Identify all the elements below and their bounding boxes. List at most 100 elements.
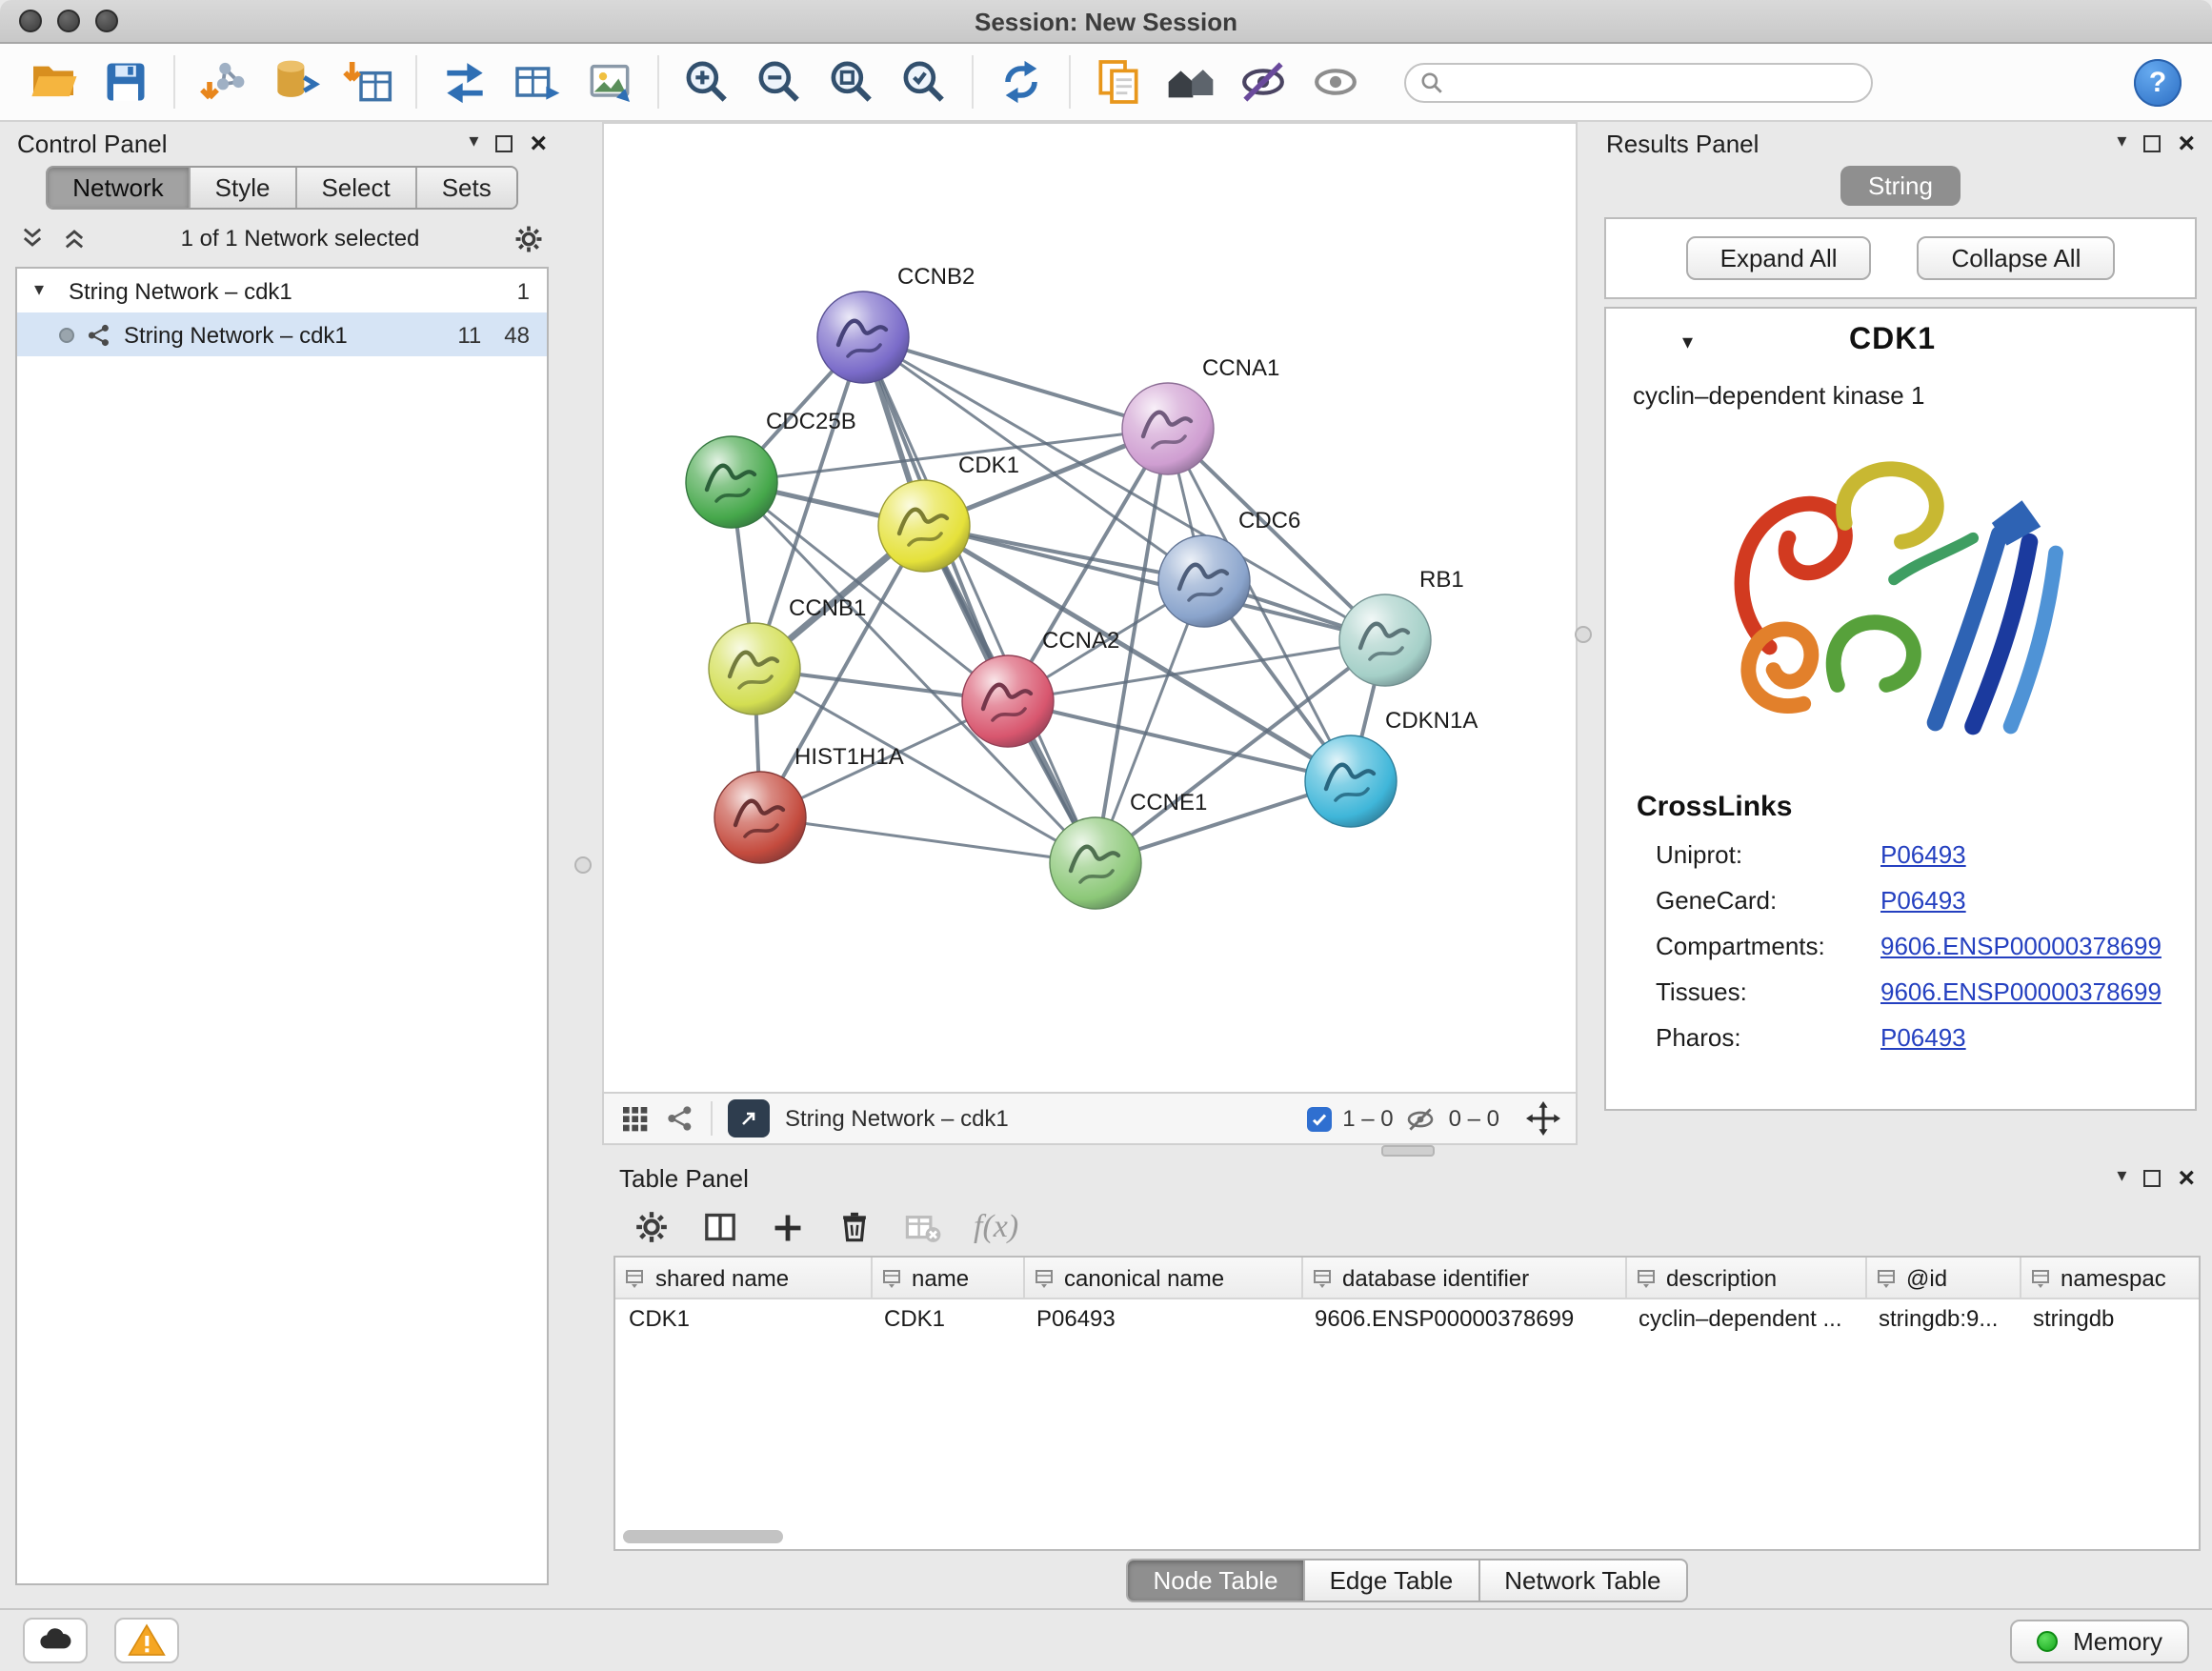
network-row[interactable]: String Network – cdk1 11 48 [17,312,547,356]
crosslink-link[interactable]: P06493 [1880,840,1966,869]
network-node-CCNB2[interactable] [817,292,909,383]
maximize-window-button[interactable] [95,10,118,32]
gene-header[interactable]: ▾ CDK1 [1633,324,2168,358]
splitter-handle[interactable] [1575,625,1592,642]
left-splitter[interactable] [564,122,602,1608]
add-column-icon[interactable] [770,1209,806,1245]
tab-select[interactable]: Select [296,168,416,208]
table-cell[interactable]: cyclin–dependent ... [1625,1299,1865,1336]
import-network-file-button[interactable] [189,51,257,112]
network-edge-HIST1H1A-CCNE1[interactable] [760,817,1096,863]
network-node-CCNB1[interactable] [709,623,800,715]
zoom-fit-button[interactable] [817,51,886,112]
network-canvas[interactable]: CCNB2CCNA1CDC25BCDK1CDC6RB1CCNB1CCNA2CDK… [602,122,1578,1092]
zoom-in-button[interactable] [673,51,741,112]
minimize-window-button[interactable] [57,10,80,32]
panel-menu-icon[interactable]: ▾ [2117,1168,2126,1187]
network-from-selection-button[interactable] [431,51,499,112]
collapse-section-icon[interactable]: ▾ [1682,329,1693,353]
open-in-window-button[interactable] [728,1099,770,1137]
column-header-canonical-name[interactable]: canonical name [1023,1258,1301,1299]
table-cell[interactable]: CDK1 [615,1299,871,1336]
network-node-CCNE1[interactable] [1050,817,1141,909]
close-window-button[interactable] [19,10,42,32]
warning-status-button[interactable] [114,1618,179,1663]
zoom-out-button[interactable] [745,51,814,112]
table-settings-gear-icon[interactable] [633,1208,671,1246]
annotation-mode-button[interactable] [1084,51,1153,112]
gear-icon[interactable] [513,222,545,254]
save-session-button[interactable] [91,51,160,112]
panel-close-icon[interactable]: × [2178,1163,2195,1192]
column-header-database-identifier[interactable]: database identifier [1301,1258,1625,1299]
string-results-tab[interactable]: String [1840,166,1961,206]
horizontal-scrollbar-thumb[interactable] [623,1530,783,1543]
splitter-handle[interactable] [1380,1145,1434,1157]
toolbar-search[interactable] [1404,62,1873,102]
network-node-RB1[interactable] [1339,594,1431,686]
tab-network-table[interactable]: Network Table [1479,1558,1687,1601]
table-cell[interactable]: CDK1 [871,1299,1023,1336]
show-all-button[interactable] [1301,51,1370,112]
tab-node-table[interactable]: Node Table [1126,1558,1304,1601]
panel-float-icon[interactable] [2143,134,2161,151]
column-header-@id[interactable]: @id [1865,1258,2020,1299]
apply-layout-button[interactable] [987,51,1056,112]
import-table-file-button[interactable] [333,51,402,112]
table-cell[interactable]: stringdb [2020,1299,2201,1336]
tab-sets[interactable]: Sets [417,168,516,208]
pan-move-icon[interactable] [1526,1101,1560,1136]
panel-menu-icon[interactable]: ▾ [469,133,478,152]
grid-view-icon[interactable] [619,1103,650,1134]
table-row[interactable]: CDK1CDK1P064939606.ENSP00000378699cyclin… [615,1299,2201,1336]
right-splitter[interactable] [1578,122,1589,1145]
expand-all-button[interactable]: Expand All [1686,236,1872,280]
hide-selected-button[interactable] [1229,51,1297,112]
network-edge-CCNB2-CCNA1[interactable] [863,337,1168,429]
search-input[interactable] [1454,67,1858,97]
network-node-CDK1[interactable] [878,480,970,572]
network-edge-CDK1-RB1[interactable] [924,526,1385,640]
network-node-CCNA2[interactable] [962,655,1054,747]
panel-float-icon[interactable] [495,134,513,151]
collapse-all-icon[interactable] [19,225,46,252]
tree-expand-icon[interactable]: ▾ [34,280,57,301]
table-cell[interactable]: stringdb:9... [1865,1299,2020,1336]
new-network-table-button[interactable] [503,51,572,112]
network-node-CDC25B[interactable] [686,436,777,528]
crosslink-link[interactable]: 9606.ENSP00000378699 [1880,977,2162,1006]
panel-menu-icon[interactable]: ▾ [2117,133,2126,152]
horizontal-splitter[interactable] [602,1145,2212,1157]
network-collection-row[interactable]: ▾ String Network – cdk1 1 [17,269,547,312]
network-node-CDKN1A[interactable] [1305,735,1397,827]
crosslink-link[interactable]: P06493 [1880,1023,1966,1052]
delete-column-icon[interactable] [836,1209,873,1245]
home-layout-button[interactable] [1156,51,1225,112]
network-node-CDC6[interactable] [1158,535,1250,627]
crosslink-link[interactable]: 9606.ENSP00000378699 [1880,932,2162,960]
panel-close-icon[interactable]: × [530,129,547,157]
memory-button[interactable]: Memory [2010,1619,2189,1662]
crosslink-link[interactable]: P06493 [1880,886,1966,915]
table-cell[interactable]: 9606.ENSP00000378699 [1301,1299,1625,1336]
panel-close-icon[interactable]: × [2178,129,2195,157]
collapse-all-button[interactable]: Collapse All [1918,236,2116,280]
splitter-handle[interactable] [574,856,592,874]
tab-network[interactable]: Network [48,168,190,208]
share-network-icon[interactable] [665,1103,695,1134]
panel-float-icon[interactable] [2143,1169,2161,1186]
help-button[interactable]: ? [2134,58,2182,106]
cloud-status-button[interactable] [23,1618,88,1663]
table-cell[interactable]: P06493 [1023,1299,1301,1336]
open-session-button[interactable] [19,51,88,112]
tab-edge-table[interactable]: Edge Table [1305,1558,1480,1601]
column-header-shared-name[interactable]: shared name [615,1258,871,1299]
network-node-HIST1H1A[interactable] [714,772,806,863]
selected-nodes-checkbox-icon[interactable] [1306,1106,1331,1131]
function-builder-button[interactable]: f(x) [974,1208,1018,1246]
column-header-namespac[interactable]: namespac [2020,1258,2201,1299]
column-header-description[interactable]: description [1625,1258,1865,1299]
hidden-eye-icon[interactable] [1405,1102,1438,1135]
column-header-name[interactable]: name [871,1258,1023,1299]
tab-style[interactable]: Style [191,168,297,208]
